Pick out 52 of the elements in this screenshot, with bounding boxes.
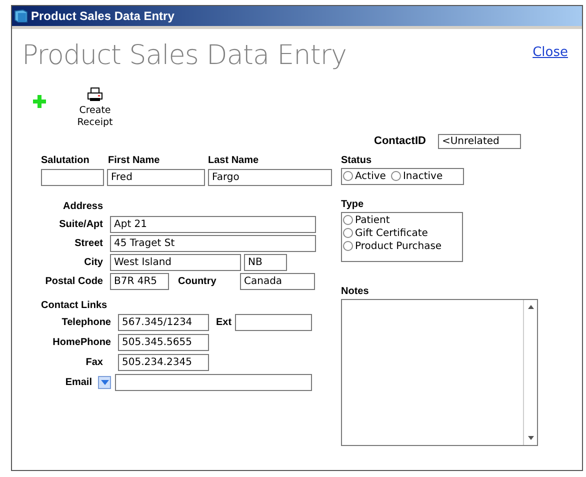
field-label: Ext [216,316,232,330]
field-label: ContactID [374,134,426,149]
field-label: Postal Code [44,275,103,289]
input-field[interactable] [41,169,104,186]
field-label: Suite/Apt [58,218,103,232]
input-field[interactable]: B7R 4R5 [110,273,169,290]
create-receipt-button[interactable]: Create Receipt [66,87,124,129]
field-label: Notes [341,284,370,298]
section-label: Contact Links [41,300,108,311]
field-label: Street [74,237,103,251]
window-title: Product Sales Data Entry [31,8,174,25]
notes-field[interactable] [341,298,538,446]
input-field[interactable]: Fargo [208,169,332,186]
contact-id-field[interactable]: <Unrelated [438,134,521,149]
field-label: City [83,256,103,270]
input-field[interactable]: 567.345/1234 [118,314,209,331]
field-label: Status [341,154,373,168]
radio-option[interactable]: Product Purchase [343,240,461,252]
scrollbar[interactable] [523,300,537,444]
radio-option[interactable]: Gift Certificate [343,226,461,240]
input-field[interactable] [234,314,312,331]
field-label: Telephone [60,316,111,330]
field-label: Email [64,376,92,390]
field-label: Salutation [41,154,90,168]
dropdown-button[interactable] [98,376,111,389]
field-label: Last Name [208,154,260,168]
input-field[interactable]: Canada [240,273,315,290]
scroll-down-icon[interactable] [526,434,534,442]
field-label: Fax [84,356,103,370]
input-field[interactable]: 45 Traget St [110,235,316,252]
close-link[interactable]: Close [532,43,568,73]
field-label: Country [178,275,218,289]
field-label: HomePhone [52,336,111,350]
printer-icon [87,87,103,102]
window-icon [14,9,28,23]
input-field[interactable]: Apt 21 [110,216,316,233]
scroll-up-icon[interactable] [526,302,534,310]
radio-option[interactable]: Active [343,170,386,182]
input-field[interactable]: West Island [110,254,241,271]
input-field[interactable] [115,374,312,391]
input-field[interactable]: Fred [107,169,205,186]
input-field[interactable]: 505.234.2345 [118,354,209,371]
radio-option[interactable]: Patient [343,214,461,226]
field-label: Type [341,198,365,212]
input-field[interactable]: NB [244,254,287,271]
section-label: Address [62,200,103,214]
plus-icon [33,95,46,108]
caret-icon [100,380,108,385]
page-heading: Product Sales Data Entry [22,39,346,73]
field-label: First Name [108,154,161,168]
input-field[interactable]: 505.345.5655 [118,334,209,351]
radio-option[interactable]: Inactive [390,170,443,182]
